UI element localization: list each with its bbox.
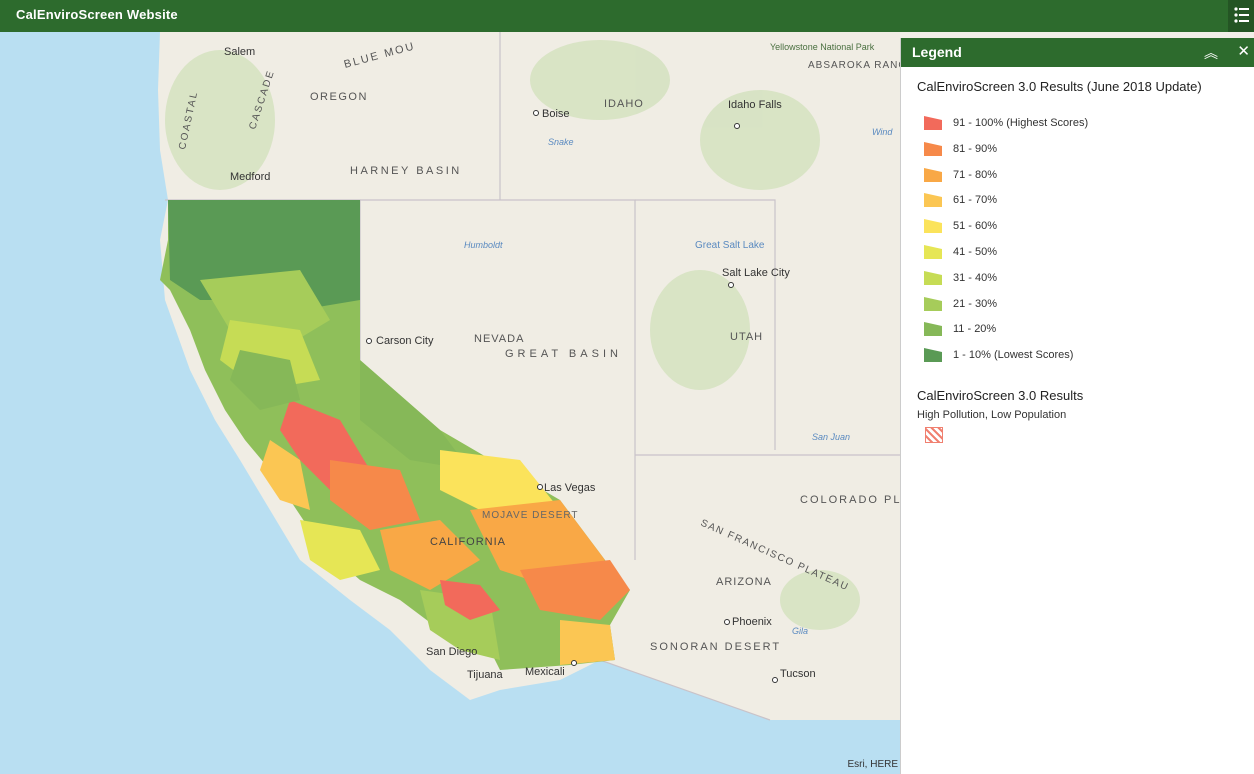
- legend-swatch: [924, 322, 942, 337]
- legend-panel: Legend ︽ ✕ CalEnviroScreen 3.0 Results (…: [900, 38, 1254, 774]
- legend-swatch: [924, 167, 942, 182]
- layer-title-hatch: CalEnviroScreen 3.0 Results: [917, 387, 1084, 403]
- app-title: CalEnviroScreen Website: [16, 7, 178, 22]
- label-oregon: OREGON: [310, 91, 368, 103]
- legend-swatch: [924, 116, 942, 130]
- label-mojave: MOJAVE DESERT: [482, 510, 579, 521]
- label-arizona: ARIZONA: [716, 576, 772, 588]
- label-tucson: Tucson: [780, 668, 816, 680]
- label-absaroka: ABSAROKA RANGE: [808, 60, 900, 71]
- label-yellowstone: Yellowstone National Park: [770, 42, 875, 52]
- hatch-label: High Pollution, Low Population: [917, 408, 1067, 421]
- legend-item: 11 - 20%: [917, 318, 1254, 344]
- legend-item: 71 - 80%: [917, 164, 1254, 190]
- legend-item-label: 21 - 30%: [953, 297, 998, 310]
- label-san-juan: San Juan: [812, 432, 850, 442]
- map-view[interactable]: Salem OREGON COASTAL CASCADE BLUE MOU HA…: [0, 32, 900, 774]
- legend-item-label: 71 - 80%: [953, 168, 998, 181]
- legend-header: Legend ︽ ✕: [901, 38, 1254, 67]
- legend-item: 41 - 50%: [917, 241, 1254, 267]
- legend-swatch: [924, 193, 942, 208]
- layer-results-hatch: CalEnviroScreen 3.0 Results High Polluti…: [917, 388, 1254, 443]
- legend-item: 81 - 90%: [917, 138, 1254, 164]
- close-icon[interactable]: ✕: [1237, 42, 1250, 60]
- legend-item: 1 - 10% (Lowest Scores): [917, 344, 1254, 370]
- label-carson-city: Carson City: [376, 335, 434, 347]
- label-humboldt: Humboldt: [464, 240, 503, 250]
- label-nevada: NEVADA: [474, 333, 524, 345]
- legend-item-label: 81 - 90%: [953, 142, 998, 155]
- list-icon: [1234, 7, 1249, 23]
- label-idaho-falls: Idaho Falls: [728, 99, 782, 111]
- legend-swatch: [924, 296, 942, 311]
- label-tijuana: Tijuana: [467, 669, 504, 681]
- legend-item: 51 - 60%: [917, 215, 1254, 241]
- legend-item: 31 - 40%: [917, 267, 1254, 293]
- legend-swatch: [924, 219, 942, 234]
- legend-swatch: [924, 244, 942, 259]
- label-gila: Gila: [792, 626, 808, 636]
- label-utah: UTAH: [730, 331, 763, 343]
- label-boise: Boise: [542, 108, 570, 120]
- legend-body: CalEnviroScreen 3.0 Results (June 2018 U…: [901, 67, 1254, 443]
- legend-item-label: 51 - 60%: [953, 220, 998, 233]
- legend-item-label: 91 - 100% (Highest Scores): [953, 117, 1089, 129]
- label-colorado-plateau: COLORADO PLATEAU: [800, 494, 900, 506]
- legend-item: 91 - 100% (Highest Scores): [917, 112, 1254, 138]
- label-mexicali: Mexicali: [525, 666, 565, 678]
- legend-item: 61 - 70%: [917, 189, 1254, 215]
- layer-list-button[interactable]: [1228, 0, 1254, 32]
- hatch-swatch: [925, 426, 943, 443]
- top-bar: CalEnviroScreen Website: [0, 0, 1254, 32]
- map-attribution: Esri, HERE: [847, 759, 898, 770]
- label-snake: Snake: [548, 137, 574, 147]
- layer-title-results: CalEnviroScreen 3.0 Results (June 2018 U…: [917, 79, 1202, 94]
- legend-items: 91 - 100% (Highest Scores) 81 - 90% 71 - 8…: [917, 112, 1254, 370]
- label-salt-lake-city: Salt Lake City: [722, 267, 790, 279]
- legend-item: 21 - 30%: [917, 293, 1254, 319]
- collapse-icon[interactable]: ︽: [1204, 43, 1218, 63]
- legend-item-label: 11 - 20%: [953, 323, 997, 336]
- label-phoenix: Phoenix: [732, 616, 772, 628]
- label-salem: Salem: [224, 46, 255, 58]
- label-sonoran: SONORAN DESERT: [650, 641, 781, 653]
- label-idaho: IDAHO: [604, 98, 644, 110]
- legend-item-label: 31 - 40%: [953, 271, 998, 284]
- label-wind: Wind: [872, 127, 893, 137]
- label-san-diego: San Diego: [426, 646, 477, 658]
- legend-title: Legend: [912, 44, 962, 60]
- label-great-salt-lake: Great Salt Lake: [695, 240, 765, 251]
- label-harney-basin: HARNEY BASIN: [350, 165, 462, 177]
- label-great-basin: GREAT BASIN: [505, 348, 622, 360]
- legend-swatch: [924, 348, 942, 363]
- legend-item-label: 61 - 70%: [953, 194, 998, 207]
- label-california: CALIFORNIA: [430, 536, 506, 548]
- label-las-vegas: Las Vegas: [544, 482, 596, 494]
- label-medford: Medford: [230, 171, 270, 183]
- legend-item-label: 41 - 50%: [953, 245, 998, 258]
- legend-swatch: [924, 270, 942, 285]
- legend-swatch: [924, 141, 942, 156]
- legend-item-label: 1 - 10% (Lowest Scores): [953, 349, 1074, 362]
